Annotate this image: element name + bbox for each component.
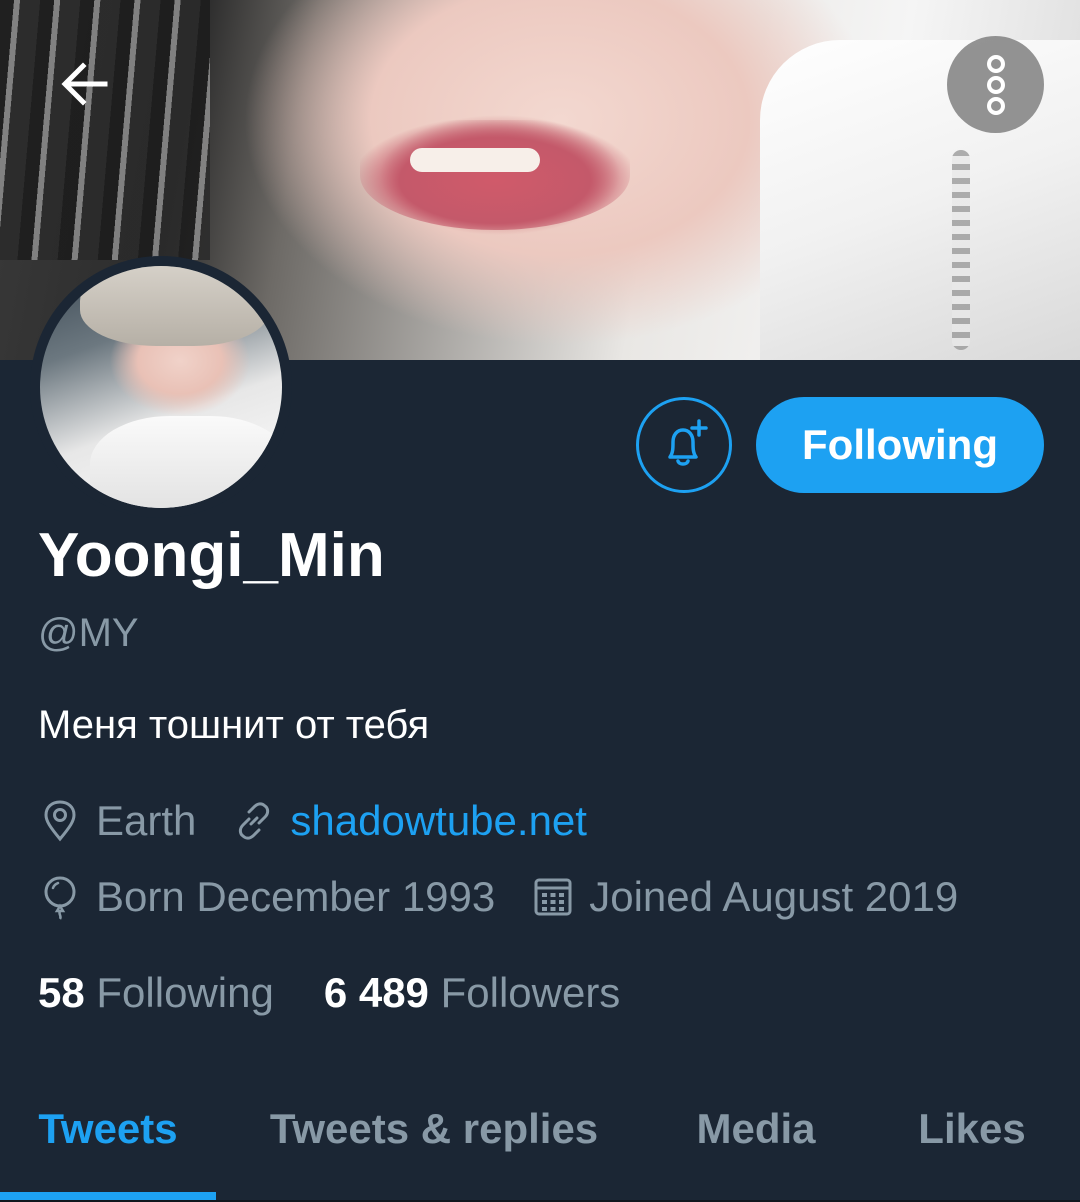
location-pin-icon	[38, 799, 82, 843]
following-label: Following	[96, 969, 274, 1016]
tab-likes[interactable]: Likes	[880, 1085, 1064, 1202]
following-stat[interactable]: 58 Following	[38, 968, 274, 1018]
profile-meta-row-1: Earth shadowtube.net	[38, 796, 623, 846]
location-text: Earth	[96, 797, 197, 844]
display-name: Yoongi_Min	[38, 521, 385, 590]
profile-tabs: Tweets Tweets & replies Media Likes	[0, 1085, 1080, 1202]
tab-tweets[interactable]: Tweets	[0, 1085, 216, 1202]
balloon-icon	[38, 875, 82, 920]
joined-item: Joined August 2019	[531, 872, 958, 922]
tab-tweets-replies[interactable]: Tweets & replies	[236, 1085, 632, 1202]
more-vertical-icon	[986, 54, 1005, 115]
profile-page: Following Yoongi_Min @MY Меня тошнит от …	[0, 0, 1080, 1202]
arrow-left-icon	[61, 62, 108, 106]
followers-stat[interactable]: 6 489 Followers	[324, 968, 621, 1018]
profile-bio: Меня тошнит от тебя	[38, 703, 430, 747]
birthday-item: Born December 1993	[38, 872, 495, 922]
bell-plus-icon	[668, 419, 708, 466]
following-count: 58	[38, 969, 97, 1016]
link-icon	[232, 799, 276, 843]
user-handle: @MY	[38, 611, 139, 655]
website-item[interactable]: shadowtube.net	[232, 796, 587, 846]
followers-count: 6 489	[323, 969, 441, 1016]
more-options-button[interactable]	[947, 36, 1044, 133]
calendar-icon	[531, 875, 575, 919]
notifications-toggle-button[interactable]	[636, 397, 732, 493]
following-button[interactable]: Following	[756, 397, 1044, 493]
avatar-image	[40, 266, 282, 508]
profile-meta-row-2: Born December 1993 Joined August 2019	[38, 872, 994, 922]
back-button[interactable]	[40, 40, 128, 128]
follow-stats: 58 Following 6 489 Followers	[38, 968, 670, 1018]
location-item: Earth	[38, 796, 196, 846]
followers-label: Followers	[440, 969, 621, 1016]
website-link[interactable]: shadowtube.net	[290, 796, 587, 846]
avatar[interactable]	[30, 256, 292, 518]
joined-text: Joined August 2019	[589, 873, 959, 920]
birthday-text: Born December 1993	[96, 873, 496, 920]
tab-media[interactable]: Media	[660, 1085, 852, 1202]
active-tab-indicator	[0, 1192, 216, 1200]
